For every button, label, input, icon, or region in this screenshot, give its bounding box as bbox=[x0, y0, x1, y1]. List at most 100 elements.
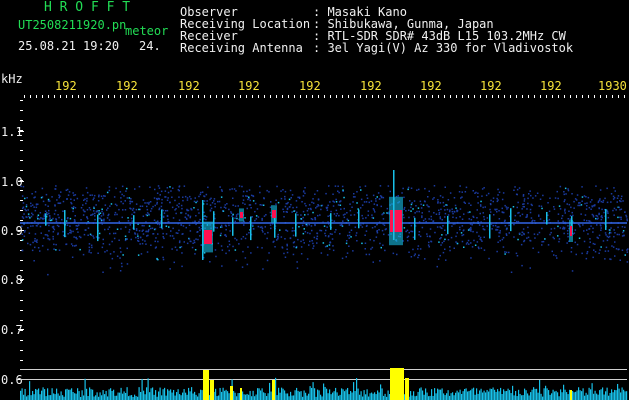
amplitude-bar bbox=[473, 387, 475, 400]
x-tick-mark bbox=[24, 95, 25, 98]
x-tick-mark bbox=[156, 95, 157, 98]
amplitude-bar bbox=[465, 388, 467, 400]
x-tick-mark bbox=[372, 95, 373, 98]
amplitude-bar bbox=[446, 393, 448, 400]
amplitude-bar bbox=[318, 390, 320, 400]
amplitude-spike bbox=[240, 388, 242, 400]
amplitude-bar bbox=[617, 383, 619, 400]
amplitude-bar bbox=[254, 396, 256, 400]
x-tick-mark bbox=[522, 95, 523, 98]
x-tick-mark bbox=[330, 95, 331, 98]
amplitude-bar bbox=[585, 392, 587, 400]
x-tick-mark bbox=[528, 95, 529, 98]
y-minor-tick bbox=[20, 200, 23, 201]
x-tick-mark bbox=[60, 95, 61, 98]
amplitude-bar bbox=[107, 396, 109, 400]
amplitude-bar bbox=[300, 391, 302, 400]
x-tick-mark bbox=[618, 95, 619, 98]
amplitude-bar bbox=[201, 390, 203, 400]
x-tick-mark bbox=[96, 95, 97, 98]
y-minor-tick bbox=[20, 190, 23, 191]
amplitude-bar bbox=[348, 394, 350, 400]
amplitude-bar bbox=[110, 388, 112, 400]
amplitude-bar bbox=[563, 384, 565, 400]
amplitude-bar bbox=[557, 392, 559, 400]
amplitude-bar bbox=[437, 388, 439, 400]
amplitude-bar bbox=[252, 390, 254, 400]
amplitude-bar bbox=[339, 394, 341, 400]
x-tick-mark bbox=[204, 95, 205, 98]
amplitude-bar bbox=[450, 393, 452, 400]
amplitude-bar bbox=[165, 395, 167, 400]
amplitude-bar bbox=[600, 389, 602, 400]
x-tick-mark bbox=[264, 95, 265, 98]
signal-streak bbox=[295, 213, 297, 237]
x-tick-mark bbox=[186, 95, 187, 98]
amplitude-bar bbox=[59, 395, 61, 400]
amplitude-bar bbox=[375, 394, 377, 400]
x-tick-mark bbox=[66, 95, 67, 98]
x-tick-mark bbox=[150, 95, 151, 98]
amplitude-bar bbox=[564, 389, 566, 400]
amplitude-bar bbox=[86, 388, 88, 400]
amplitude-bar bbox=[173, 389, 175, 400]
amplitude-bar bbox=[281, 387, 283, 400]
amplitude-bar bbox=[147, 378, 149, 400]
amplitude-bar bbox=[270, 391, 272, 400]
amplitude-bar bbox=[572, 390, 574, 400]
amplitude-bar bbox=[75, 393, 77, 400]
x-tick-mark bbox=[294, 95, 295, 98]
amplitude-bar bbox=[552, 389, 554, 400]
amplitude-bar bbox=[90, 389, 92, 400]
amplitude-bar bbox=[126, 387, 128, 400]
amplitude-bar bbox=[521, 395, 523, 400]
amplitude-bar bbox=[329, 389, 331, 400]
amplitude-bar bbox=[153, 394, 155, 400]
amplitude-bar bbox=[374, 392, 376, 400]
amplitude-bar bbox=[575, 391, 577, 400]
amplitude-bar bbox=[423, 394, 425, 400]
amplitude-bar bbox=[234, 392, 236, 400]
amplitude-bar bbox=[347, 387, 349, 400]
amplitude-bar bbox=[443, 393, 445, 400]
signal-streak bbox=[330, 213, 332, 230]
amplitude-bar bbox=[194, 391, 196, 400]
amplitude-bar bbox=[603, 394, 605, 400]
amplitude-bar bbox=[162, 389, 164, 400]
x-tick-mark bbox=[324, 95, 325, 98]
amplitude-bar bbox=[233, 390, 235, 400]
amplitude-bar bbox=[222, 387, 224, 400]
amplitude-bar bbox=[362, 396, 364, 400]
x-tick-mark bbox=[576, 95, 577, 98]
amplitude-bar bbox=[125, 392, 127, 400]
amplitude-bar bbox=[500, 387, 502, 400]
amplitude-bar bbox=[573, 392, 575, 400]
x-tick-mark bbox=[408, 95, 409, 98]
amplitude-bar bbox=[561, 392, 563, 400]
amplitude-bar bbox=[528, 395, 530, 400]
amplitude-spike bbox=[390, 368, 404, 400]
amplitude-bar bbox=[309, 386, 311, 400]
amplitude-bar bbox=[183, 389, 185, 400]
amplitude-bar bbox=[332, 392, 334, 400]
amplitude-bar bbox=[87, 396, 89, 400]
amplitude-bar bbox=[614, 389, 616, 400]
amplitude-bar bbox=[114, 395, 116, 400]
amplitude-bar bbox=[372, 393, 374, 400]
amplitude-bar bbox=[101, 395, 103, 400]
amplitude-bar bbox=[317, 389, 319, 400]
x-tick-mark bbox=[72, 95, 73, 98]
amplitude-bar bbox=[438, 389, 440, 400]
amplitude-bar bbox=[543, 388, 545, 400]
amplitude-bar bbox=[189, 391, 191, 400]
signal-streak bbox=[510, 208, 512, 232]
x-tick-mark bbox=[438, 95, 439, 98]
amplitude-bar bbox=[509, 390, 511, 400]
amplitude-bar bbox=[108, 389, 110, 400]
x-tick-mark bbox=[168, 95, 169, 98]
amplitude-bar bbox=[287, 393, 289, 400]
amplitude-bar bbox=[56, 388, 58, 400]
amplitude-bar bbox=[485, 392, 487, 400]
amplitude-bar bbox=[174, 395, 176, 400]
amplitude-bar bbox=[149, 392, 151, 400]
